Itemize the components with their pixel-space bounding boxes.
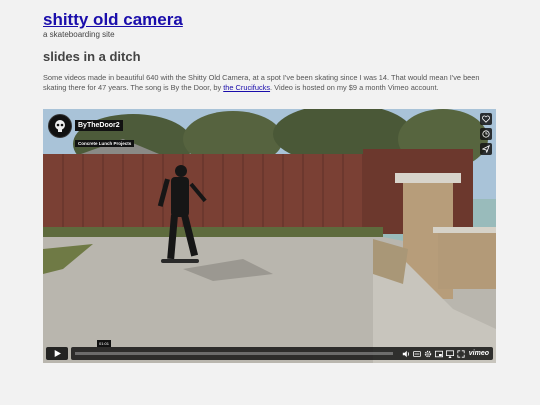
volume-button[interactable] xyxy=(402,350,410,358)
side-actions xyxy=(480,113,492,155)
like-button[interactable] xyxy=(480,113,492,125)
share-button[interactable] xyxy=(480,143,492,155)
site-title-link[interactable]: shitty old camera xyxy=(43,10,183,30)
play-button[interactable] xyxy=(46,347,68,360)
post-text-after: . Video is hosted on my $9 a month Vimeo… xyxy=(270,82,439,92)
send-icon xyxy=(482,145,490,153)
channel-avatar[interactable] xyxy=(48,114,72,138)
heart-icon xyxy=(482,115,490,123)
post-title: slides in a ditch xyxy=(43,49,141,64)
vimeo-logo[interactable]: vimeo xyxy=(469,350,489,357)
channel-name[interactable]: ByTheDoor2 xyxy=(75,120,123,131)
captions-icon xyxy=(412,350,421,357)
volume-icon xyxy=(402,350,409,357)
airplay-button[interactable] xyxy=(445,349,454,358)
skull-icon xyxy=(55,120,65,132)
airplay-icon xyxy=(445,349,454,358)
fullscreen-icon xyxy=(457,349,465,358)
time-tooltip: 01:01 xyxy=(97,340,112,347)
progress-bar[interactable]: 01:01 xyxy=(75,340,393,355)
settings-icon xyxy=(424,350,431,357)
captions-button[interactable] xyxy=(412,350,421,358)
post-body: Some videos made in beautiful 640 with t… xyxy=(43,73,495,92)
pip-icon xyxy=(434,350,443,357)
control-bar: 01:01 vimeo xyxy=(71,340,493,360)
pip-button[interactable] xyxy=(434,350,443,358)
play-icon xyxy=(54,350,61,357)
fullscreen-button[interactable] xyxy=(457,349,465,358)
watch-later-button[interactable] xyxy=(480,128,492,140)
player-controls: 01:01 vimeo xyxy=(46,340,493,360)
site-tagline: a skateboarding site xyxy=(43,30,115,39)
page: shitty old camera a skateboarding site s… xyxy=(0,0,540,405)
channel-badge[interactable]: ByTheDoor2 Concrete Lunch Projects xyxy=(48,114,135,150)
video-player[interactable]: ByTheDoor2 Concrete Lunch Projects 01:01… xyxy=(43,109,496,363)
band-link[interactable]: the Crucifucks xyxy=(223,83,270,92)
settings-button[interactable] xyxy=(424,350,432,358)
channel-subtitle[interactable]: Concrete Lunch Projects xyxy=(75,140,135,147)
clock-icon xyxy=(482,130,490,138)
